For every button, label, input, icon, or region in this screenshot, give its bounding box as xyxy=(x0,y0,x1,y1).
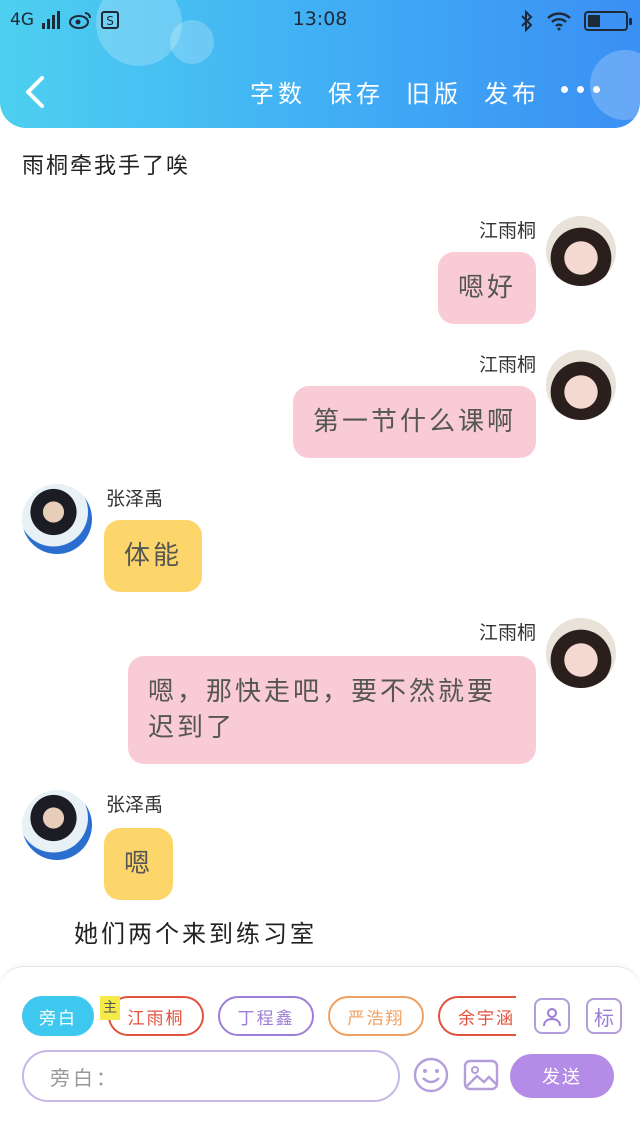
more-options-button[interactable] xyxy=(561,86,600,93)
story-text: 雨桐牵我手了唉 xyxy=(22,154,191,179)
speaker-name: 江雨桐 xyxy=(478,622,536,644)
speaker-name: 江雨桐 xyxy=(478,354,536,376)
avatar[interactable] xyxy=(546,618,616,688)
role-chip-yu-yuhan[interactable]: 余宇涵 xyxy=(438,996,516,1036)
old-version-button[interactable]: 旧版 xyxy=(406,74,462,109)
decor-bubble xyxy=(590,50,640,120)
main-role-tag: 主 xyxy=(100,996,120,1020)
avatar[interactable] xyxy=(546,350,616,420)
avatar[interactable] xyxy=(22,790,92,860)
avatar[interactable] xyxy=(22,484,92,554)
image-icon[interactable] xyxy=(462,1056,500,1094)
emoji-icon[interactable] xyxy=(412,1056,450,1094)
speaker-name: 张泽禹 xyxy=(106,794,164,816)
role-chip-narration[interactable]: 旁白 xyxy=(22,996,94,1036)
bluetooth-icon xyxy=(521,10,533,32)
wifi-icon xyxy=(547,12,571,31)
word-count-button[interactable]: 字数 xyxy=(250,74,306,109)
message-bubble[interactable]: 体能 xyxy=(104,520,203,592)
message-input[interactable]: 旁白： xyxy=(22,1050,400,1102)
battery-icon xyxy=(584,11,632,31)
narration-text: 她们两个来到练习室 xyxy=(74,920,317,948)
message-bubble[interactable]: 嗯 xyxy=(104,828,174,900)
role-manage-icon[interactable] xyxy=(534,998,570,1034)
speaker-name: 张泽禹 xyxy=(106,488,164,510)
role-chip-jiang-yutong[interactable]: 江雨桐 xyxy=(108,996,204,1036)
status-bar: 4G S 13:08 xyxy=(0,0,640,42)
message-bubble[interactable]: 嗯好 xyxy=(437,252,536,324)
message-bubble[interactable]: 嗯，那快走吧，要不然就要迟到了 xyxy=(128,656,536,764)
publish-button[interactable]: 发布 xyxy=(484,74,540,109)
toolbar-actions: 字数 保存 旧版 发布 xyxy=(250,74,540,109)
avatar[interactable] xyxy=(546,216,616,286)
back-button[interactable] xyxy=(18,72,54,112)
top-app-bar: 4G S 13:08 字数 保存 旧版 发布 xyxy=(0,0,640,128)
send-button[interactable]: 发送 xyxy=(510,1054,614,1098)
role-chip-ding-chengxin[interactable]: 丁程鑫 xyxy=(218,996,314,1036)
save-button[interactable]: 保存 xyxy=(328,74,384,109)
speaker-name: 江雨桐 xyxy=(478,220,536,242)
tag-icon[interactable]: 标 xyxy=(586,998,622,1034)
message-bubble[interactable]: 第一节什么课啊 xyxy=(292,386,536,458)
role-chip-yan-haoxiang[interactable]: 严浩翔 xyxy=(328,996,424,1036)
